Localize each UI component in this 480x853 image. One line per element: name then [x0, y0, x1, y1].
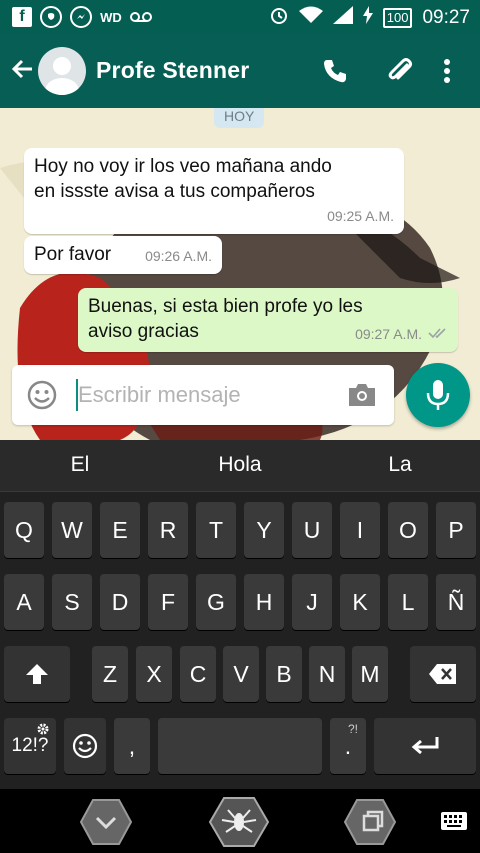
suggestion-item[interactable]: El	[25, 453, 135, 477]
chat-area[interactable]: HOY Hoy no voy ir los veo mañana ando en…	[0, 108, 480, 440]
key-l[interactable]: L	[388, 574, 428, 630]
key-e[interactable]: E	[100, 502, 140, 558]
key-p[interactable]: P	[436, 502, 476, 558]
soft-keyboard: El Hola La Q W E R T Y U I O P A S D F G…	[0, 440, 480, 789]
key-q[interactable]: Q	[4, 502, 44, 558]
key-c[interactable]: C	[180, 646, 216, 702]
signal-icon	[332, 6, 353, 29]
clock: 09:27	[422, 6, 470, 28]
message-text: en issste avisa a tus compañeros	[34, 181, 315, 202]
voicemail-icon	[130, 6, 152, 28]
key-w[interactable]: W	[52, 502, 92, 558]
status-bar: f WD 100 09:27	[0, 0, 480, 34]
space-key[interactable]	[158, 718, 322, 774]
key-r[interactable]: R	[148, 502, 188, 558]
message-bubble-outgoing[interactable]: Buenas, si esta bien profe yo les aviso …	[78, 288, 458, 352]
whatsapp-icon	[40, 6, 62, 28]
system-icons: 100 09:27	[269, 5, 470, 30]
key-z[interactable]: Z	[92, 646, 128, 702]
shift-icon	[26, 664, 48, 684]
mic-button[interactable]	[406, 363, 470, 427]
message-input[interactable]	[78, 373, 328, 417]
key-g[interactable]: G	[196, 574, 236, 630]
message-time: 09:27 A.M.	[355, 326, 422, 342]
date-chip: HOY	[214, 108, 265, 128]
message-text: Buenas, si esta bien profe yo les	[88, 296, 363, 317]
key-x[interactable]: X	[136, 646, 172, 702]
nav-recents-button[interactable]	[342, 797, 398, 847]
contact-name[interactable]: Profe Stenner	[96, 57, 249, 84]
double-check-icon	[428, 322, 448, 347]
nav-back-button[interactable]	[78, 797, 134, 847]
navigation-bar	[0, 789, 480, 853]
suggestion-item[interactable]: Hola	[185, 453, 295, 477]
home-spider-icon	[208, 797, 270, 847]
charging-icon	[362, 6, 373, 29]
key-b[interactable]: B	[266, 646, 302, 702]
camera-icon[interactable]	[346, 379, 378, 411]
backspace-key[interactable]	[410, 646, 476, 702]
comma-key[interactable]: ,	[114, 718, 150, 774]
backspace-icon	[429, 664, 456, 684]
message-bubble-incoming[interactable]: Hoy no voy ir los veo mañana ando en iss…	[24, 148, 404, 234]
period-key[interactable]: . ?!	[330, 718, 366, 774]
message-time: 09:25 A.M.	[327, 208, 394, 224]
key-t[interactable]: T	[196, 502, 236, 558]
suggestion-item[interactable]: La	[345, 453, 455, 477]
facebook-icon: f	[12, 7, 32, 27]
enter-key[interactable]	[374, 718, 476, 774]
key-h[interactable]: H	[244, 574, 284, 630]
key-f[interactable]: F	[148, 574, 188, 630]
key-o[interactable]: O	[388, 502, 428, 558]
key-k[interactable]: K	[340, 574, 380, 630]
shift-key[interactable]	[4, 646, 70, 702]
key-s[interactable]: S	[52, 574, 92, 630]
message-text: Por favor	[34, 244, 112, 265]
key-d[interactable]: D	[100, 574, 140, 630]
messenger-icon	[70, 6, 92, 28]
enter-icon	[411, 737, 439, 755]
key-n[interactable]: N	[309, 646, 345, 702]
avatar-icon	[45, 57, 79, 95]
wifi-icon	[298, 6, 323, 29]
settings-icon	[36, 722, 50, 739]
period-key-label: .	[344, 732, 352, 759]
nav-home-button[interactable]	[206, 797, 272, 847]
numbers-key[interactable]: 12!?	[4, 718, 56, 774]
key-n-tilde[interactable]: Ñ	[436, 574, 476, 630]
key-v[interactable]: V	[223, 646, 259, 702]
key-j[interactable]: J	[292, 574, 332, 630]
key-i[interactable]: I	[340, 502, 380, 558]
back-chevron-icon	[79, 799, 133, 845]
message-bubble-incoming[interactable]: Por favor 09:26 A.M.	[24, 236, 222, 274]
wp-icon: WD	[100, 9, 122, 25]
composer	[12, 365, 394, 425]
alarm-icon	[269, 5, 289, 30]
back-arrow-icon[interactable]	[10, 56, 36, 82]
period-key-sub: ?!	[347, 722, 358, 736]
message-text: Hoy no voy ir los veo mañana ando	[34, 156, 332, 177]
attach-icon[interactable]	[383, 54, 417, 88]
key-m[interactable]: M	[352, 646, 388, 702]
phone-icon[interactable]	[318, 54, 352, 88]
key-y[interactable]: Y	[244, 502, 284, 558]
battery-level: 100	[382, 7, 413, 28]
emoji-icon[interactable]	[26, 379, 58, 411]
chat-header: Profe Stenner	[0, 34, 480, 108]
mic-icon	[426, 380, 450, 410]
emoji-icon	[72, 733, 98, 759]
emoji-key[interactable]	[64, 718, 106, 774]
recents-icon	[343, 799, 397, 845]
keyboard-switch-icon[interactable]	[440, 811, 468, 831]
more-vert-icon[interactable]	[430, 54, 464, 88]
notification-icons: f WD	[12, 6, 152, 28]
avatar[interactable]	[38, 47, 86, 95]
key-a[interactable]: A	[4, 574, 44, 630]
suggestion-strip: El Hola La	[0, 440, 480, 492]
key-u[interactable]: U	[292, 502, 332, 558]
message-time: 09:26 A.M.	[145, 248, 212, 264]
